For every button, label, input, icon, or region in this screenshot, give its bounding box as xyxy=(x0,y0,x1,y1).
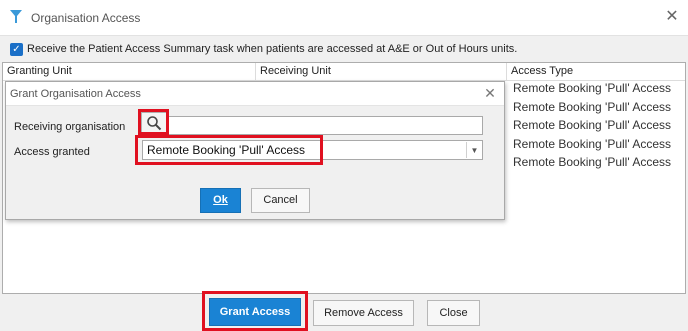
receiving-organisation-label: Receiving organisation xyxy=(14,121,126,133)
close-icon[interactable]: ✕ xyxy=(664,9,680,25)
app-logo-icon xyxy=(10,10,22,23)
search-icon xyxy=(147,115,162,130)
ok-button-label: Ok xyxy=(213,194,228,206)
table-row[interactable]: Remote Booking 'Pull' Access xyxy=(511,135,685,154)
table-row[interactable]: Remote Booking 'Pull' Access xyxy=(511,98,685,117)
dialog-title: Grant Organisation Access xyxy=(10,88,141,100)
ok-button[interactable]: Ok xyxy=(200,188,241,213)
column-header-granting-unit[interactable]: Granting Unit xyxy=(3,63,256,81)
access-granted-select[interactable]: Remote Booking 'Pull' Access ▼ xyxy=(142,140,483,160)
chevron-down-icon[interactable]: ▼ xyxy=(466,142,482,158)
patient-access-summary-label: Receive the Patient Access Summary task … xyxy=(27,43,518,55)
grant-organisation-access-dialog: Grant Organisation Access ✕ Receiving or… xyxy=(5,81,505,220)
dialog-close-icon[interactable]: ✕ xyxy=(483,86,497,100)
patient-access-summary-checkbox[interactable]: ✓ xyxy=(10,42,23,56)
remove-access-button[interactable]: Remove Access xyxy=(313,300,414,326)
access-granted-label: Access granted xyxy=(14,146,90,158)
window-title: Organisation Access xyxy=(31,11,141,25)
cancel-button-label: Cancel xyxy=(263,194,298,206)
receiving-organisation-input[interactable] xyxy=(168,116,483,135)
grant-access-button[interactable]: Grant Access xyxy=(209,298,301,326)
table-row[interactable]: Remote Booking 'Pull' Access xyxy=(511,79,685,98)
table-row[interactable]: Remote Booking 'Pull' Access xyxy=(511,153,685,172)
grid-rows: Remote Booking 'Pull' Access Remote Book… xyxy=(511,79,685,172)
column-header-receiving-unit[interactable]: Receiving Unit xyxy=(256,63,507,81)
patient-access-summary-option[interactable]: ✓ Receive the Patient Access Summary tas… xyxy=(10,41,517,57)
access-granted-value: Remote Booking 'Pull' Access xyxy=(147,143,305,157)
dialog-titlebar: Grant Organisation Access ✕ xyxy=(6,82,504,106)
table-row[interactable]: Remote Booking 'Pull' Access xyxy=(511,116,685,135)
search-button[interactable] xyxy=(141,112,167,133)
close-button[interactable]: Close xyxy=(427,300,480,326)
cancel-button[interactable]: Cancel xyxy=(251,188,310,213)
window-titlebar: Organisation Access ✕ xyxy=(0,0,688,36)
